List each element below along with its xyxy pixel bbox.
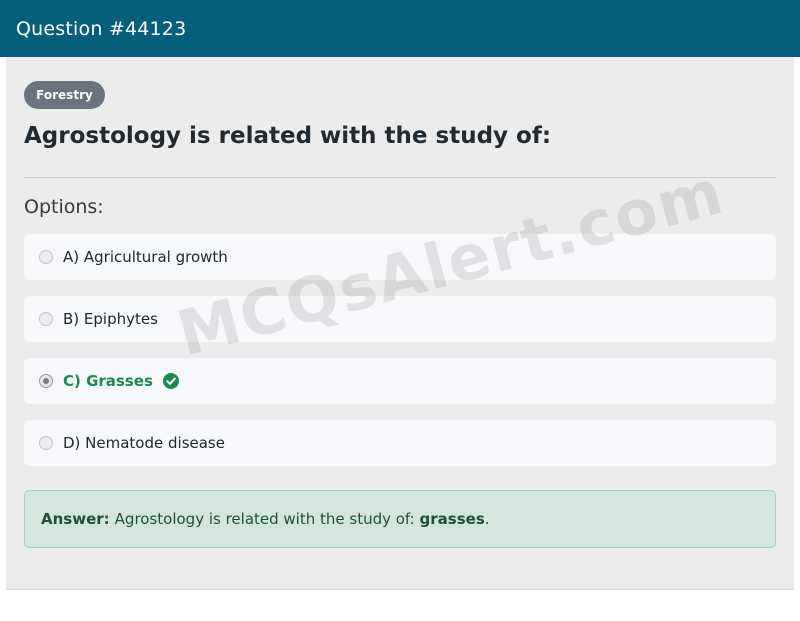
answer-text: Agrostology is related with the study of… bbox=[114, 510, 415, 528]
option-b[interactable]: B) Epiphytes bbox=[24, 296, 776, 342]
option-label: C) Grasses bbox=[63, 372, 153, 390]
page-title: Question #44123 bbox=[16, 17, 187, 40]
option-d[interactable]: D) Nematode disease bbox=[24, 420, 776, 466]
option-label: A) Agricultural growth bbox=[63, 248, 228, 266]
category-badge[interactable]: Forestry bbox=[24, 81, 105, 109]
radio-icon[interactable] bbox=[39, 436, 53, 450]
answer-box: Answer: Agrostology is related with the … bbox=[24, 490, 776, 548]
radio-icon[interactable] bbox=[39, 312, 53, 326]
answer-suffix: . bbox=[484, 510, 490, 528]
radio-selected-icon[interactable] bbox=[39, 374, 53, 388]
check-circle-icon bbox=[162, 373, 179, 389]
answer-highlight: grasses bbox=[419, 510, 485, 528]
options-heading: Options: bbox=[24, 196, 104, 218]
option-a[interactable]: A) Agricultural growth bbox=[24, 234, 776, 280]
question-card: Forestry Agrostology is related with the… bbox=[6, 57, 794, 590]
question-text: Agrostology is related with the study of… bbox=[24, 123, 552, 149]
radio-dot bbox=[43, 378, 49, 384]
option-label: B) Epiphytes bbox=[63, 310, 158, 328]
option-label: D) Nematode disease bbox=[63, 434, 225, 452]
header-bar: Question #44123 bbox=[0, 0, 800, 57]
option-c[interactable]: C) Grasses bbox=[24, 358, 776, 404]
radio-icon[interactable] bbox=[39, 250, 53, 264]
divider bbox=[24, 177, 776, 178]
answer-label: Answer: bbox=[41, 510, 110, 528]
